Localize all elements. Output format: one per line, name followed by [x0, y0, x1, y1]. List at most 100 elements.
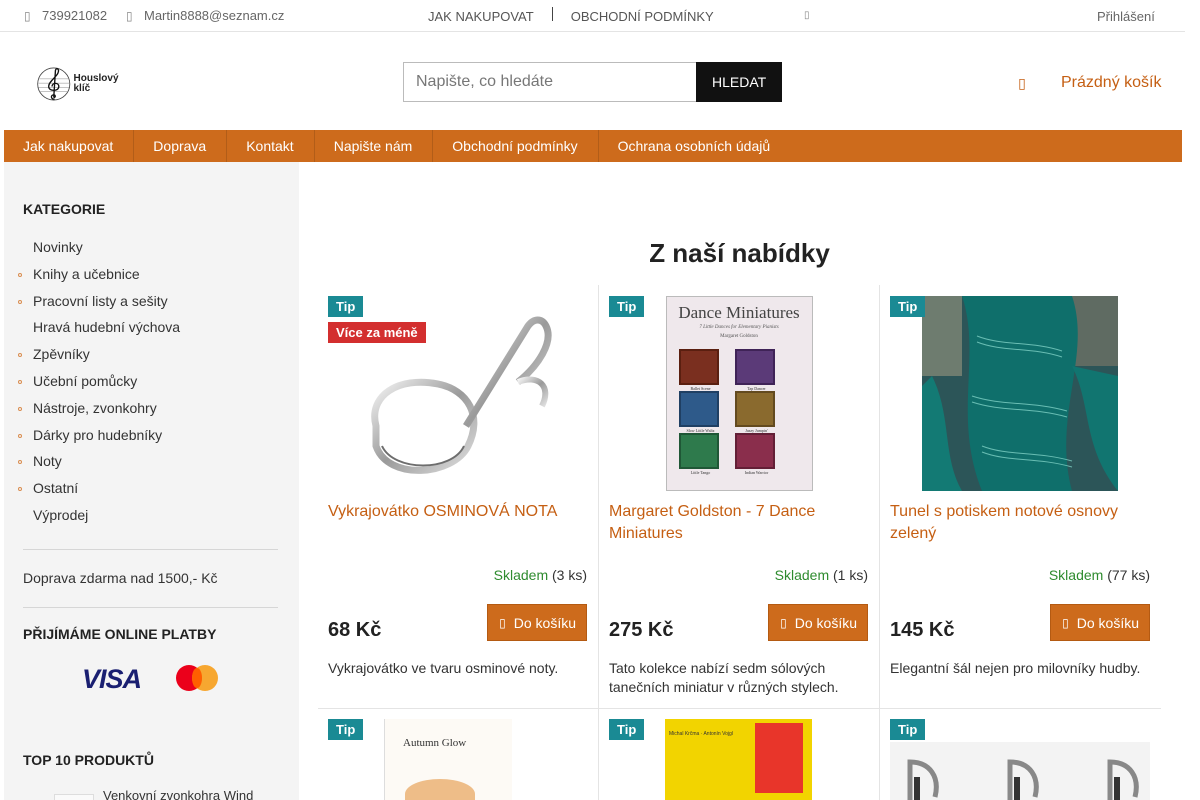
cart-status: Prázdný košík — [1061, 74, 1162, 91]
category-label: Pracovní listy a sešity — [33, 292, 168, 309]
search-button[interactable]: HLEDAT — [696, 62, 782, 102]
category-item-hrava-vychova[interactable]: Hravá hudební výchova — [4, 316, 299, 343]
cover-title: Dance Miniatures — [678, 303, 800, 322]
cover-tile — [734, 391, 775, 427]
email-contact[interactable]: ▯ Martin8888@seznam.cz — [126, 8, 284, 23]
stock-label: Skladem — [493, 567, 549, 583]
product-card: Autumn Glow Tip — [318, 709, 599, 800]
cover-tile-label: Jazzy Jumpin' — [745, 428, 768, 433]
product-name-link[interactable]: Vykrajovátko OSMINOVÁ NOTA — [328, 501, 588, 523]
login-link[interactable]: Přihlášení — [1097, 9, 1155, 24]
phone-number: 739921082 — [42, 8, 108, 23]
add-to-cart-button[interactable]: ▯ Do košíku — [768, 604, 868, 641]
product-price: 145 Kč — [890, 619, 955, 641]
search-form: HLEDAT — [403, 62, 782, 102]
search-input[interactable] — [403, 62, 697, 102]
product-description: Elegantní šál nejen pro milovníky hudby. — [890, 660, 1141, 676]
cart-icon: ▯ — [1062, 615, 1069, 630]
bullet-icon — [18, 460, 22, 465]
nav-contact[interactable]: Kontakt — [227, 130, 315, 162]
category-item-knihy[interactable]: Knihy a učebnice — [4, 263, 299, 290]
bullet-icon — [18, 406, 22, 411]
category-label: Nástroje, zvonkohry — [33, 399, 157, 416]
stock-status: Skladem (77 ks) — [1049, 567, 1150, 583]
product-name-link[interactable]: Margaret Goldston - 7 Dance Miniatures — [609, 501, 869, 545]
sidebar: KATEGORIE Novinky Knihy a učebnice Praco… — [4, 162, 299, 800]
category-item-darky[interactable]: Dárky pro hudebníky — [4, 424, 299, 451]
add-to-cart-label: Do košíku — [794, 614, 857, 631]
cover-tile-label: Little Tango — [690, 470, 711, 475]
add-to-cart-button[interactable]: ▯ Do košíku — [487, 604, 587, 641]
top-link-terms[interactable]: OBCHODNÍ PODMÍNKY — [571, 9, 714, 24]
product-image[interactable]: Autumn Glow — [384, 719, 512, 800]
category-item-pracovni-listy[interactable]: Pracovní listy a sešity — [4, 290, 299, 317]
product-image[interactable] — [890, 296, 1150, 491]
phone-contact[interactable]: ▯ 739921082 — [24, 8, 107, 23]
site-logo[interactable]: Houslový klíč — [36, 62, 128, 106]
phone-icon: ▯ — [24, 8, 31, 23]
cover-author: Michal Krčma · Antonín Vojgl — [669, 731, 733, 737]
category-label: Hravá hudební výchova — [33, 319, 181, 336]
category-item-ostatni[interactable]: Ostatní — [4, 477, 299, 504]
category-item-vyprodej[interactable]: Výprodej — [4, 504, 299, 531]
category-item-nastroje[interactable]: Nástroje, zvonkohry — [4, 397, 299, 424]
more-links-icon[interactable]: ▯ — [804, 10, 810, 21]
cover-subtitle: 7 Little Dances for Elementary Pianists — [699, 325, 779, 330]
product-image[interactable]: Dance Miniatures 7 Little Dances for Ele… — [609, 296, 869, 491]
product-name-link[interactable]: Tunel s potiskem notové osnovy zelený — [890, 501, 1150, 545]
cart-icon: ▯ — [499, 615, 506, 630]
category-label: Výprodej — [33, 506, 89, 523]
cover-art — [755, 723, 803, 793]
product-image[interactable]: Michal Krčma · Antonín Vojgl — [665, 719, 812, 800]
category-list: Novinky Knihy a učebnice Pracovní listy … — [4, 236, 299, 531]
product-description: Tato kolekce nabízí sedm sólových tanečn… — [609, 660, 839, 695]
cover-title: Autumn Glow — [403, 737, 467, 749]
nav-shipping[interactable]: Doprava — [134, 130, 228, 162]
nav-privacy[interactable]: Ochrana osobních údajů — [599, 130, 791, 162]
category-item-zpevniky[interactable]: Zpěvníky — [4, 343, 299, 370]
bullet-icon — [18, 353, 22, 358]
cover-tile-label: Tap Dancer — [747, 386, 766, 391]
top-link-how-to-buy[interactable]: JAK NAKUPOVAT — [428, 9, 534, 24]
nav-write-us[interactable]: Napište nám — [315, 130, 434, 162]
bullet-icon — [18, 433, 22, 438]
categories-heading: KATEGORIE — [23, 201, 106, 217]
category-label: Knihy a učebnice — [33, 265, 140, 282]
stock-label: Skladem — [1048, 567, 1104, 583]
product-card: Michal Krčma · Antonín Vojgl Tip — [599, 709, 880, 800]
category-item-ucebni-pomucky[interactable]: Učební pomůcky — [4, 370, 299, 397]
payments-heading: PŘIJÍMÁME ONLINE PLATBY — [23, 626, 217, 642]
treble-clef-logo-icon — [37, 67, 71, 101]
page-title: Z naší nabídky — [649, 238, 830, 268]
stock-label: Skladem — [774, 567, 830, 583]
stock-status: Skladem (3 ks) — [494, 567, 587, 583]
visa-logo: VISA — [82, 664, 142, 694]
cart-link[interactable]: ▯ Prázdný košík — [1014, 72, 1161, 94]
product-card: Tip Tunel s potiskem notové osnovy zelen… — [880, 285, 1161, 709]
cover-tile-label: Indian Warrior — [744, 470, 769, 475]
category-label: Noty — [33, 453, 62, 470]
top10-item-label: Venkovní zvonkohra Wind — [103, 788, 254, 800]
top10-item[interactable]: Venkovní zvonkohra Wind — [54, 788, 253, 800]
cover-tile — [678, 433, 719, 469]
tip-badge: Tip — [328, 296, 364, 317]
book-cover: Dance Miniatures 7 Little Dances for Ele… — [665, 296, 813, 491]
product-price: 275 Kč — [609, 619, 674, 641]
category-item-novinky[interactable]: Novinky — [4, 236, 299, 263]
product-image[interactable] — [890, 742, 1150, 800]
cart-icon: ▯ — [1018, 75, 1026, 91]
product-card: Tip — [880, 709, 1161, 800]
top10-heading: TOP 10 PRODUKTŮ — [23, 752, 154, 768]
nav-terms[interactable]: Obchodní podmínky — [433, 130, 599, 162]
product-card: Dance Miniatures 7 Little Dances for Ele… — [599, 285, 880, 709]
add-to-cart-button[interactable]: ▯ Do košíku — [1050, 604, 1150, 641]
cover-tile — [734, 349, 775, 385]
cart-icon: ▯ — [780, 615, 787, 630]
category-item-noty[interactable]: Noty — [4, 450, 299, 477]
tip-badge: Tip — [609, 296, 645, 317]
green-scarf-image — [922, 296, 1118, 491]
stock-count: (3 ks) — [552, 567, 587, 583]
cover-art — [405, 779, 475, 800]
top-bar: ▯ 739921082 ▯ Martin8888@seznam.cz JAK N… — [0, 0, 1185, 32]
nav-how-to-buy[interactable]: Jak nakupovat — [4, 130, 135, 162]
